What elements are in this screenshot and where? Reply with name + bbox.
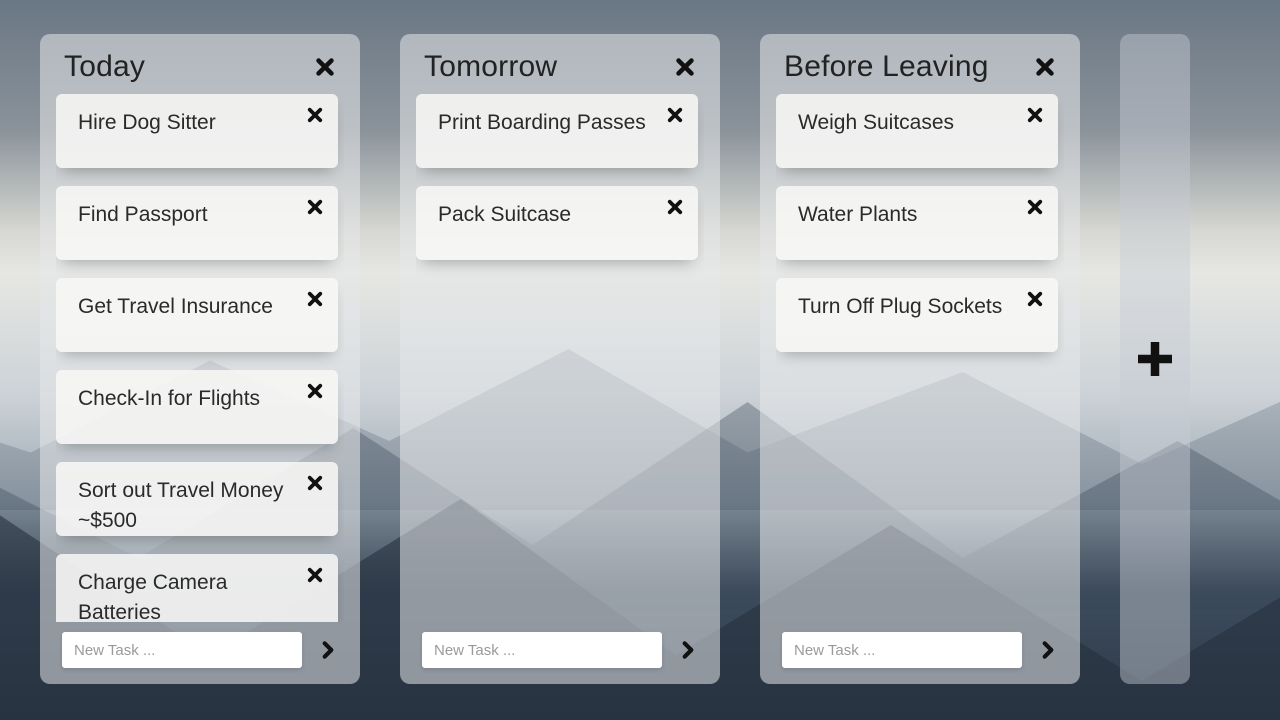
task-card[interactable]: Charge Camera Batteries — [56, 554, 338, 622]
task-text: Find Passport — [78, 203, 208, 226]
close-column-icon[interactable] — [674, 56, 696, 78]
task-text: Pack Suitcase — [438, 203, 571, 226]
task-card[interactable]: Print Boarding Passes — [416, 94, 698, 168]
task-text: Water Plants — [798, 203, 917, 226]
new-task-input[interactable] — [782, 632, 1022, 668]
column-title: Today — [64, 50, 145, 84]
delete-task-icon[interactable] — [306, 106, 324, 124]
task-card[interactable]: Weigh Suitcases — [776, 94, 1058, 168]
task-card[interactable]: Sort out Travel Money ~$500 — [56, 462, 338, 536]
task-card[interactable]: Check-In for Flights — [56, 370, 338, 444]
column-title: Before Leaving — [784, 50, 989, 84]
board: Today Hire Dog Sitter Find Passport Get … — [0, 0, 1280, 720]
task-card[interactable]: Pack Suitcase — [416, 186, 698, 260]
delete-task-icon[interactable] — [666, 198, 684, 216]
plus-icon — [1138, 342, 1172, 376]
task-list[interactable]: Hire Dog Sitter Find Passport Get Travel… — [56, 94, 344, 622]
delete-task-icon[interactable] — [306, 290, 324, 308]
delete-task-icon[interactable] — [1026, 106, 1044, 124]
add-column-button[interactable] — [1120, 34, 1190, 684]
column-tomorrow: Tomorrow Print Boarding Passes Pack Suit… — [400, 34, 720, 684]
new-task-input[interactable] — [62, 632, 302, 668]
delete-task-icon[interactable] — [306, 198, 324, 216]
column-footer — [56, 622, 344, 670]
close-column-icon[interactable] — [314, 56, 336, 78]
add-task-icon[interactable] — [1038, 640, 1058, 660]
task-text: Weigh Suitcases — [798, 111, 954, 134]
column-header: Tomorrow — [416, 50, 704, 88]
delete-task-icon[interactable] — [1026, 290, 1044, 308]
task-text: Get Travel Insurance — [78, 295, 273, 318]
delete-task-icon[interactable] — [306, 566, 324, 584]
add-task-icon[interactable] — [678, 640, 698, 660]
task-list[interactable]: Print Boarding Passes Pack Suitcase — [416, 94, 704, 622]
delete-task-icon[interactable] — [306, 474, 324, 492]
task-text: Check-In for Flights — [78, 387, 260, 410]
new-task-input[interactable] — [422, 632, 662, 668]
task-text: Sort out Travel Money ~$500 — [78, 479, 283, 532]
column-today: Today Hire Dog Sitter Find Passport Get … — [40, 34, 360, 684]
column-header: Before Leaving — [776, 50, 1064, 88]
add-task-icon[interactable] — [318, 640, 338, 660]
task-text: Charge Camera Batteries — [78, 571, 227, 622]
column-footer — [776, 622, 1064, 670]
task-text: Hire Dog Sitter — [78, 111, 216, 134]
task-text: Print Boarding Passes — [438, 111, 646, 134]
column-header: Today — [56, 50, 344, 88]
task-card[interactable]: Water Plants — [776, 186, 1058, 260]
column-footer — [416, 622, 704, 670]
task-card[interactable]: Get Travel Insurance — [56, 278, 338, 352]
column-before-leaving: Before Leaving Weigh Suitcases Water Pla… — [760, 34, 1080, 684]
task-card[interactable]: Turn Off Plug Sockets — [776, 278, 1058, 352]
task-card[interactable]: Hire Dog Sitter — [56, 94, 338, 168]
task-card[interactable]: Find Passport — [56, 186, 338, 260]
close-column-icon[interactable] — [1034, 56, 1056, 78]
delete-task-icon[interactable] — [666, 106, 684, 124]
delete-task-icon[interactable] — [1026, 198, 1044, 216]
task-list[interactable]: Weigh Suitcases Water Plants Turn Off Pl… — [776, 94, 1064, 622]
column-title: Tomorrow — [424, 50, 557, 84]
task-text: Turn Off Plug Sockets — [798, 295, 1002, 318]
delete-task-icon[interactable] — [306, 382, 324, 400]
